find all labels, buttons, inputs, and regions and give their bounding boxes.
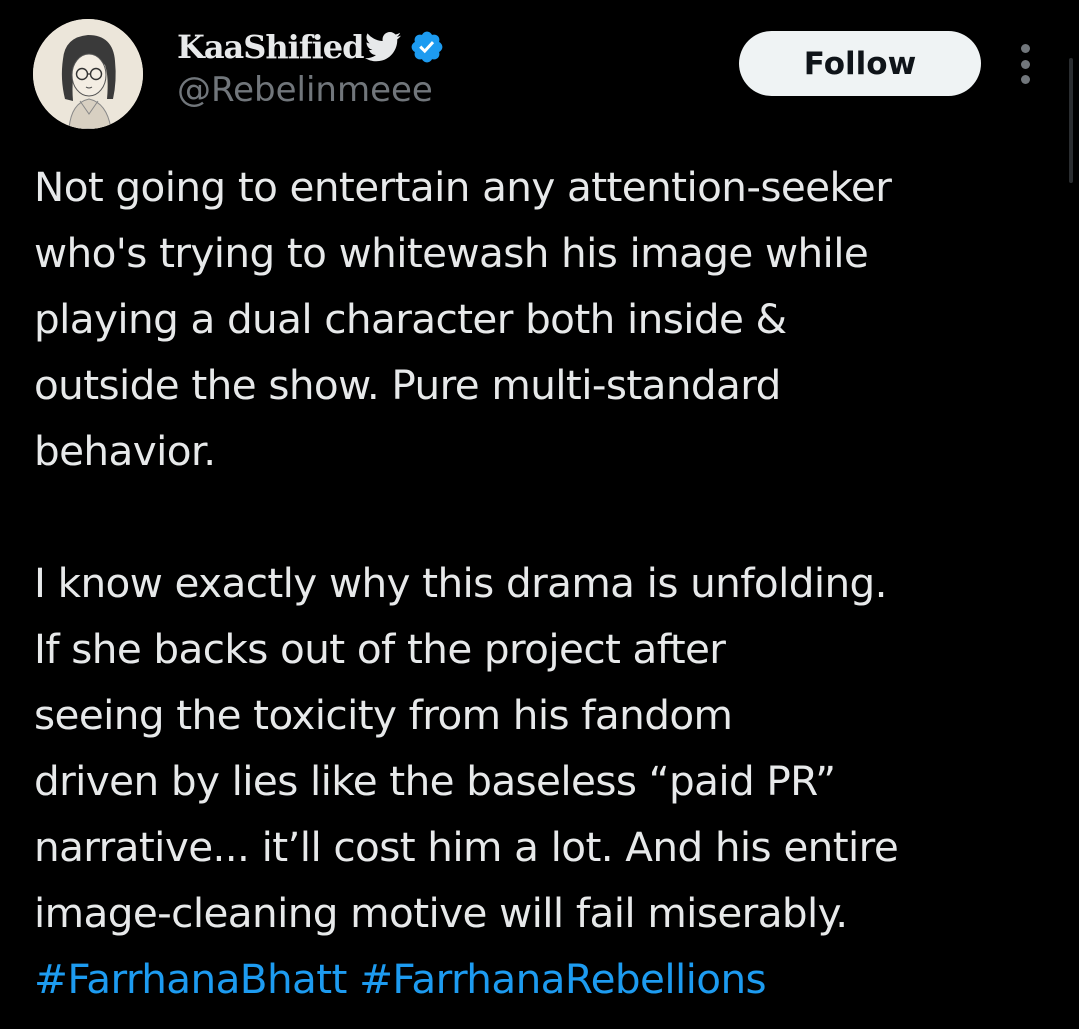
verified-badge-icon: [409, 29, 445, 65]
avatar-illustration: [33, 19, 143, 129]
more-vertical-icon[interactable]: [1010, 44, 1040, 84]
author-handle[interactable]: @Rebelinmeee: [177, 70, 433, 110]
tweet-text-line: playing a dual character both inside &: [34, 295, 787, 343]
tweet-text-line: image-cleaning motive will fail miserabl…: [34, 889, 848, 937]
tweet-text-line: behavior.: [34, 427, 216, 475]
more-dot: [1020, 75, 1030, 84]
follow-button[interactable]: Follow: [739, 31, 981, 96]
hashtag-link[interactable]: #FarrhanaBhatt: [34, 955, 347, 1003]
scrollbar[interactable]: [1069, 58, 1073, 183]
hashtag-line: #FarrhanaBhatt #FarrhanaRebellions: [34, 946, 1044, 1012]
more-dot: [1020, 44, 1030, 53]
tweet-text-line: outside the show. Pure multi-standard: [34, 361, 781, 409]
bird-icon: [365, 32, 402, 62]
tweet-text-line: narrative... it’ll cost him a lot. And h…: [34, 823, 899, 871]
tweet-card: KaaShified @Rebelinmeee Follow Not going…: [0, 0, 1079, 1029]
more-dot: [1020, 59, 1030, 69]
tweet-text-line: driven by lies like the baseless “paid P…: [34, 757, 836, 805]
tweet-text-line: I know exactly why this drama is unfoldi…: [34, 559, 888, 607]
avatar[interactable]: [33, 19, 143, 129]
tweet-text-line: Not going to entertain any attention-see…: [34, 163, 892, 211]
tweet-text: Not going to entertain any attention-see…: [34, 154, 1044, 1012]
tweet-text-line: If she backs out of the project after: [34, 625, 726, 673]
paragraph-break: [34, 484, 1044, 550]
tweet-text-line: seeing the toxicity from his fandom: [34, 691, 733, 739]
author-name-row[interactable]: KaaShified: [177, 24, 445, 70]
author-display-name[interactable]: KaaShified: [177, 28, 364, 66]
hashtag-link[interactable]: #FarrhanaRebellions: [359, 955, 767, 1003]
tweet-text-line: who's trying to whitewash his image whil…: [34, 229, 869, 277]
